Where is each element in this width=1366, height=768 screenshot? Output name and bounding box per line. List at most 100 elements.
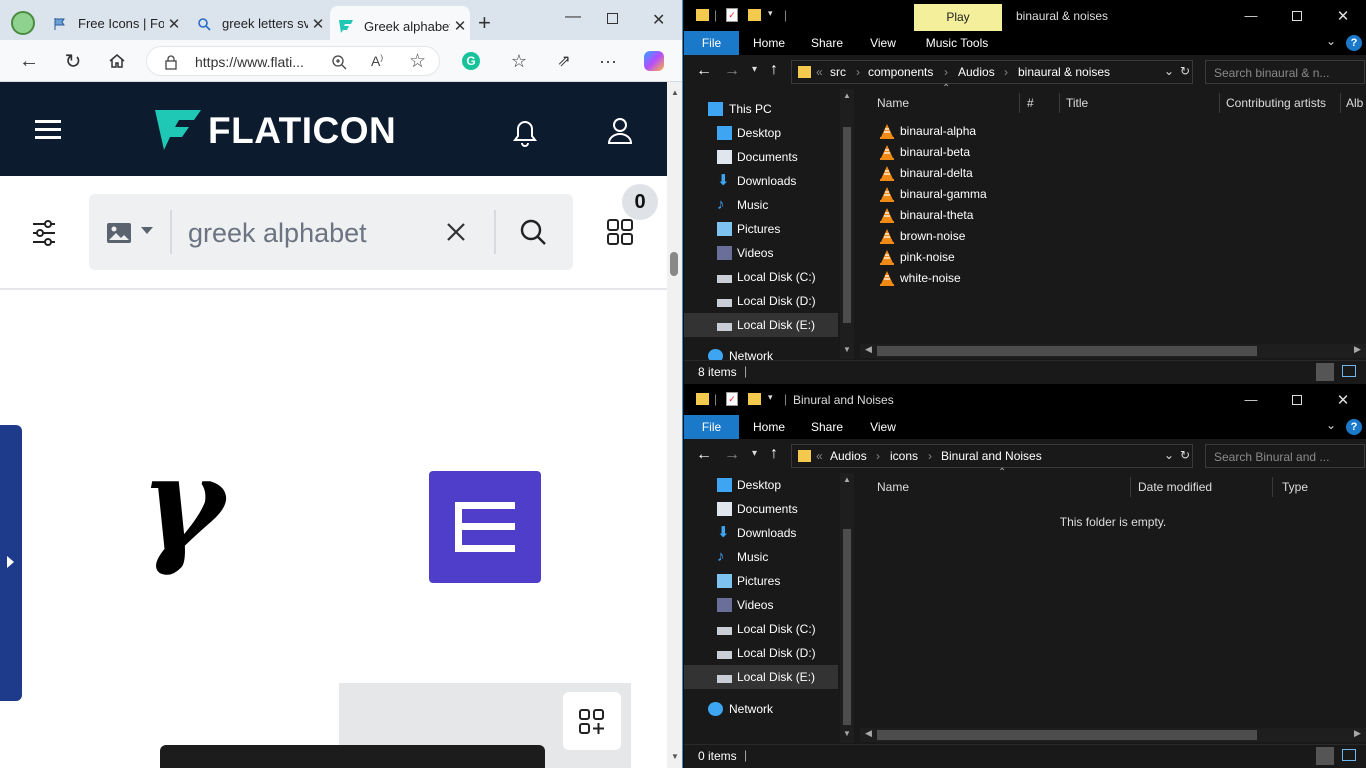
up-icon[interactable]: ↑	[770, 61, 778, 79]
search-input[interactable]: greek alphabet	[188, 218, 367, 249]
maximize-icon[interactable]	[1274, 0, 1320, 31]
maximize-icon[interactable]	[607, 13, 618, 24]
nav-documents[interactable]: Documents	[684, 497, 838, 521]
grammarly-icon[interactable]: G	[458, 48, 484, 74]
clear-search-icon[interactable]	[446, 222, 466, 242]
close-icon[interactable]: ✕	[1320, 0, 1366, 31]
scrollbar-thumb[interactable]	[670, 252, 678, 276]
play-context-tab[interactable]: Play	[914, 4, 1002, 31]
details-view-icon[interactable]	[1316, 747, 1334, 765]
file-item[interactable]: binaural-alpha	[880, 121, 976, 142]
large-icons-view-icon[interactable]	[1342, 749, 1356, 761]
nav-pictures[interactable]: Pictures	[684, 569, 838, 593]
scrollbar-thumb[interactable]	[877, 346, 1257, 356]
close-icon[interactable]: ✕	[652, 10, 665, 30]
nav-documents[interactable]: Documents	[684, 145, 838, 169]
scrollbar-thumb[interactable]	[843, 127, 851, 323]
back-icon[interactable]: ←	[16, 48, 42, 74]
column-name[interactable]: Name	[877, 479, 1127, 501]
close-tab-icon[interactable]: ✕	[308, 15, 328, 33]
address-dropdown-icon[interactable]: ⌄	[1164, 448, 1174, 462]
scrollbar-thumb[interactable]	[843, 529, 851, 725]
close-icon[interactable]: ✕	[1320, 384, 1366, 415]
nav-music[interactable]: ♪ Music	[684, 545, 838, 569]
nav-network[interactable]: Network	[684, 697, 838, 721]
file-item[interactable]: binaural-theta	[880, 205, 973, 226]
back-icon[interactable]: ←	[696, 62, 712, 80]
breadcrumb-icons[interactable]: icons	[890, 449, 918, 463]
read-aloud-icon[interactable]: A)	[371, 53, 383, 69]
home-tab[interactable]: Home	[746, 31, 792, 55]
nav-scrollbar[interactable]: ▲ ▼	[840, 89, 854, 359]
favorite-star-icon[interactable]: ☆	[409, 50, 426, 73]
nav-scrollbar[interactable]: ▲ ▼	[840, 473, 854, 743]
nav-pictures[interactable]: Pictures	[684, 217, 838, 241]
forward-icon[interactable]: →	[724, 446, 740, 464]
column-name[interactable]: Name	[877, 95, 1017, 117]
column-title[interactable]: Title	[1066, 95, 1216, 117]
scrollbar-thumb[interactable]	[877, 730, 1257, 740]
view-tab[interactable]: View	[860, 415, 906, 439]
more-icon[interactable]: ···	[595, 48, 621, 74]
menu-icon[interactable]	[35, 120, 61, 140]
column-album[interactable]: Alb	[1346, 95, 1366, 117]
forward-icon[interactable]: →	[724, 62, 740, 80]
nav-local-disk-c[interactable]: Local Disk (C:)	[684, 265, 838, 289]
file-item[interactable]: brown-noise	[880, 226, 965, 247]
search-field[interactable]: Search Binural and ...	[1205, 444, 1365, 468]
refresh-icon[interactable]: ↻	[1180, 64, 1190, 78]
home-icon[interactable]	[104, 48, 130, 74]
refresh-icon[interactable]: ↻	[60, 48, 86, 74]
nav-local-disk-e[interactable]: Local Disk (E:)	[684, 665, 838, 689]
share-tab[interactable]: Share	[804, 415, 850, 439]
breadcrumb-audios[interactable]: Audios	[958, 65, 995, 79]
share-icon[interactable]: ⇗	[551, 48, 577, 74]
search-icon[interactable]	[519, 218, 547, 246]
new-folder-icon[interactable]	[748, 393, 761, 405]
profile-avatar[interactable]	[11, 11, 35, 35]
breadcrumb-binural-and-noises[interactable]: Binural and Noises	[941, 449, 1042, 463]
notification-bell-icon[interactable]	[511, 118, 539, 148]
chevron-down-icon[interactable]	[141, 227, 153, 234]
music-tools-tab[interactable]: Music Tools	[920, 31, 994, 55]
e-letter-icon-result[interactable]	[429, 471, 541, 583]
address-bar[interactable]: « src › components › Audios › binaural &…	[791, 60, 1193, 84]
user-icon[interactable]	[606, 116, 634, 146]
maximize-icon[interactable]	[1274, 384, 1320, 415]
collections-grid-icon[interactable]	[607, 219, 633, 245]
address-dropdown-icon[interactable]: ⌄	[1164, 64, 1174, 78]
address-bar[interactable]: « Audios › icons › Binural and Noises ⌄ …	[791, 444, 1193, 468]
help-icon[interactable]: ?	[1346, 35, 1362, 51]
large-icons-view-icon[interactable]	[1342, 365, 1356, 377]
minimize-icon[interactable]: —	[1228, 384, 1274, 415]
minimize-icon[interactable]: —	[565, 8, 581, 26]
image-search-icon[interactable]	[106, 222, 132, 244]
back-icon[interactable]: ←	[696, 446, 712, 464]
horizontal-scrollbar[interactable]: ◀ ▶	[860, 344, 1366, 358]
nav-this-pc[interactable]: This PC	[684, 97, 838, 121]
horizontal-scrollbar[interactable]: ◀ ▶	[860, 728, 1366, 742]
share-tab[interactable]: Share	[804, 31, 850, 55]
properties-icon[interactable]: ✓	[726, 8, 738, 22]
breadcrumb-binaural[interactable]: binaural & noises	[1018, 65, 1110, 79]
file-item[interactable]: binaural-delta	[880, 163, 973, 184]
column-number[interactable]: #	[1027, 95, 1057, 117]
search-field[interactable]: Search binaural & n...	[1205, 60, 1365, 84]
zoom-icon[interactable]	[331, 54, 347, 70]
file-tab[interactable]: File	[684, 31, 739, 55]
details-view-icon[interactable]	[1316, 363, 1334, 381]
qat-dropdown-icon[interactable]: ▾	[768, 8, 773, 19]
new-folder-icon[interactable]	[748, 9, 761, 21]
file-item[interactable]: binaural-beta	[880, 142, 970, 163]
tab-free-icons[interactable]: Free Icons | For ✕	[44, 7, 184, 40]
flaticon-logo-icon[interactable]	[155, 110, 201, 150]
nav-videos[interactable]: Videos	[684, 241, 838, 265]
minimize-icon[interactable]: —	[1228, 0, 1274, 31]
page-scrollbar[interactable]: ▲ ▼	[667, 82, 682, 768]
view-tab[interactable]: View	[860, 31, 906, 55]
nav-music[interactable]: ♪ Music	[684, 193, 838, 217]
up-icon[interactable]: ↑	[770, 445, 778, 463]
help-icon[interactable]: ?	[1346, 419, 1362, 435]
favorites-icon[interactable]: ☆	[506, 48, 532, 74]
filter-sliders-icon[interactable]	[31, 218, 57, 248]
